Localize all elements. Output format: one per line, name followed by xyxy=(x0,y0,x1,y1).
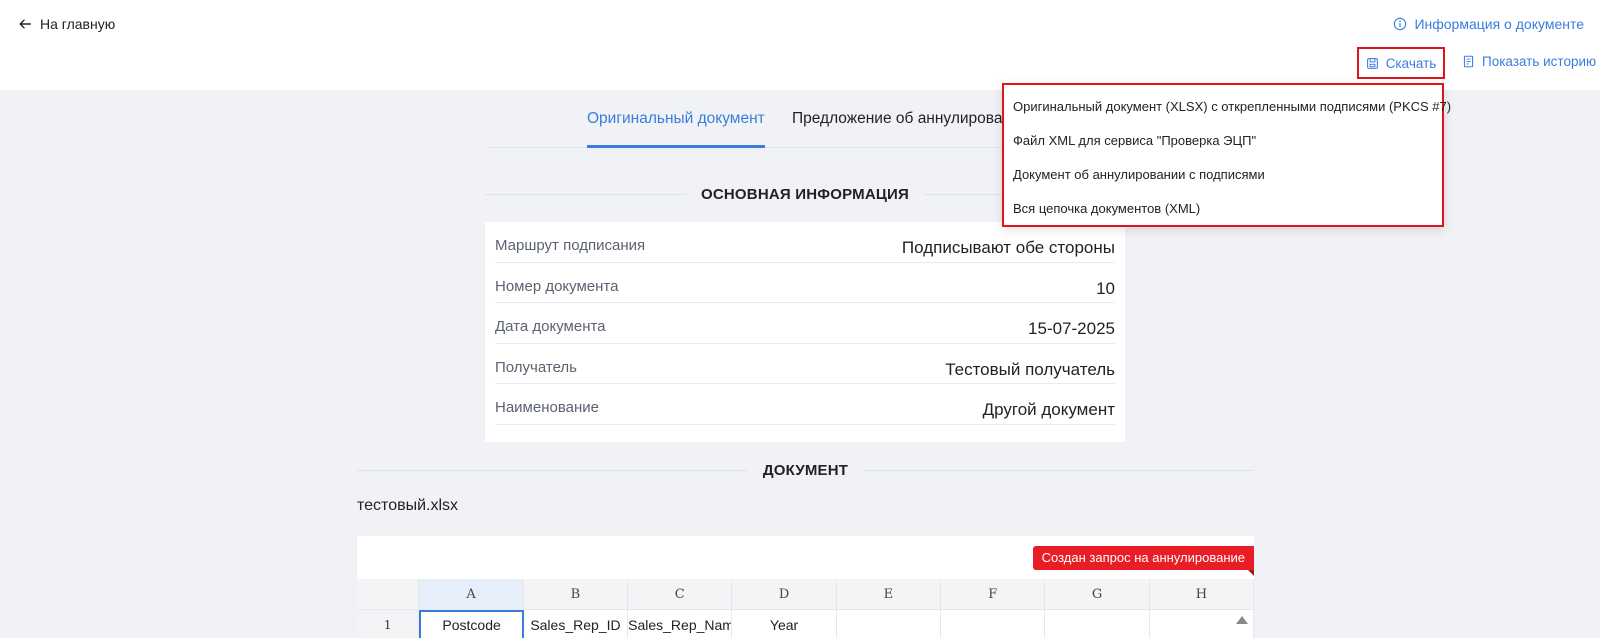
document-tabs: Оригинальный документ Предложение об анн… xyxy=(487,108,1012,148)
info-label: Наименование xyxy=(495,399,599,416)
column-header[interactable]: F xyxy=(941,579,1046,610)
table-row: 1 Postcode Sales_Rep_ID Sales_Rep_Name Y… xyxy=(357,610,1254,638)
download-dropdown-menu: Оригинальный документ (XLSX) с откреплен… xyxy=(1002,83,1451,227)
grid-cell[interactable]: Sales_Rep_Name xyxy=(628,610,733,638)
grid-cell[interactable]: Year xyxy=(732,610,837,638)
info-label: Маршрут подписания xyxy=(495,237,646,254)
document-info-link[interactable]: Информация о документе xyxy=(1393,16,1584,32)
tab-cancellation-proposal[interactable]: Предложение об аннулирова xyxy=(792,108,1002,148)
menu-item-cancellation-with-signatures[interactable]: Документ об аннулировании с подписями xyxy=(1004,158,1442,192)
grid-cell[interactable] xyxy=(941,610,1046,638)
column-header[interactable]: D xyxy=(732,579,837,610)
info-row-document-number: Номер документа 10 xyxy=(495,263,1115,303)
column-header-row: A B C D E F G H xyxy=(357,579,1254,610)
spreadsheet-grid: A B C D E F G H 1 Postcode Sales_Rep_ID … xyxy=(357,579,1254,638)
info-circle-icon xyxy=(1394,17,1407,31)
menu-item-original-xlsx-pkcs7[interactable]: Оригинальный документ (XLSX) с откреплен… xyxy=(1004,90,1451,124)
top-bar: На главную Информация о документе Скачат… xyxy=(0,0,1600,90)
info-label: Получатель xyxy=(495,358,577,376)
show-history-label: Показать историю xyxy=(1482,54,1597,69)
scroll-up-arrow-icon[interactable] xyxy=(1236,616,1248,624)
info-value: 15-07-2025 xyxy=(1028,319,1115,338)
info-label: Дата документа xyxy=(495,318,606,335)
save-disk-icon xyxy=(1366,57,1378,69)
tab-original-document[interactable]: Оригинальный документ xyxy=(587,108,765,148)
show-history-button[interactable]: Показать историю xyxy=(1462,54,1596,69)
info-value: Другой документ xyxy=(982,400,1115,419)
document-section-title: ДОКУМЕНТ xyxy=(357,459,1254,481)
column-header[interactable]: G xyxy=(1045,579,1150,610)
grid-cell[interactable]: Postcode xyxy=(419,610,524,638)
info-row-name: Наименование Другой документ xyxy=(495,384,1115,425)
cancellation-status-badge: Создан запрос на аннулирование xyxy=(1032,546,1254,576)
column-header[interactable]: E xyxy=(836,579,942,610)
history-document-icon xyxy=(1463,55,1474,68)
column-header[interactable]: B xyxy=(523,579,629,610)
grid-corner[interactable] xyxy=(357,579,420,610)
grid-cell[interactable] xyxy=(1149,610,1254,638)
main-info-card: Маршрут подписания Подписывают обе сторо… xyxy=(485,222,1125,442)
arrow-left-icon xyxy=(19,19,31,29)
menu-item-xml-signature-check[interactable]: Файл XML для сервиса "Проверка ЭЦП" xyxy=(1004,124,1442,158)
spreadsheet-viewer: Создан запрос на аннулирование A B C D E… xyxy=(357,536,1254,638)
document-info-label: Информация о документе xyxy=(1414,16,1584,32)
column-header[interactable]: H xyxy=(1149,579,1254,610)
info-value: Тестовый получатель xyxy=(945,359,1115,379)
info-value: Подписывают обе стороны xyxy=(901,238,1115,257)
grid-cell[interactable] xyxy=(836,610,942,638)
back-label: На главную xyxy=(40,16,116,32)
info-row-signing-route: Маршрут подписания Подписывают обе сторо… xyxy=(495,222,1115,263)
column-header[interactable]: C xyxy=(628,579,733,610)
info-row-document-date: Дата документа 15-07-2025 xyxy=(495,303,1115,344)
download-button[interactable]: Скачать xyxy=(1357,47,1445,79)
grid-cell[interactable]: Sales_Rep_ID xyxy=(523,610,629,638)
back-to-home-link[interactable]: На главную xyxy=(18,16,115,32)
grid-cell[interactable] xyxy=(1045,610,1150,638)
row-number[interactable]: 1 xyxy=(357,610,420,638)
info-label: Номер документа xyxy=(495,277,619,295)
info-row-recipient: Получатель Тестовый получатель xyxy=(495,344,1115,384)
column-header[interactable]: A xyxy=(419,579,524,610)
download-label: Скачать xyxy=(1385,55,1437,71)
document-filename: тестовый.xlsx xyxy=(357,497,459,514)
menu-item-document-chain-xml[interactable]: Вся цепочка документов (XML) xyxy=(1004,192,1442,226)
info-value: 10 xyxy=(1096,278,1115,298)
